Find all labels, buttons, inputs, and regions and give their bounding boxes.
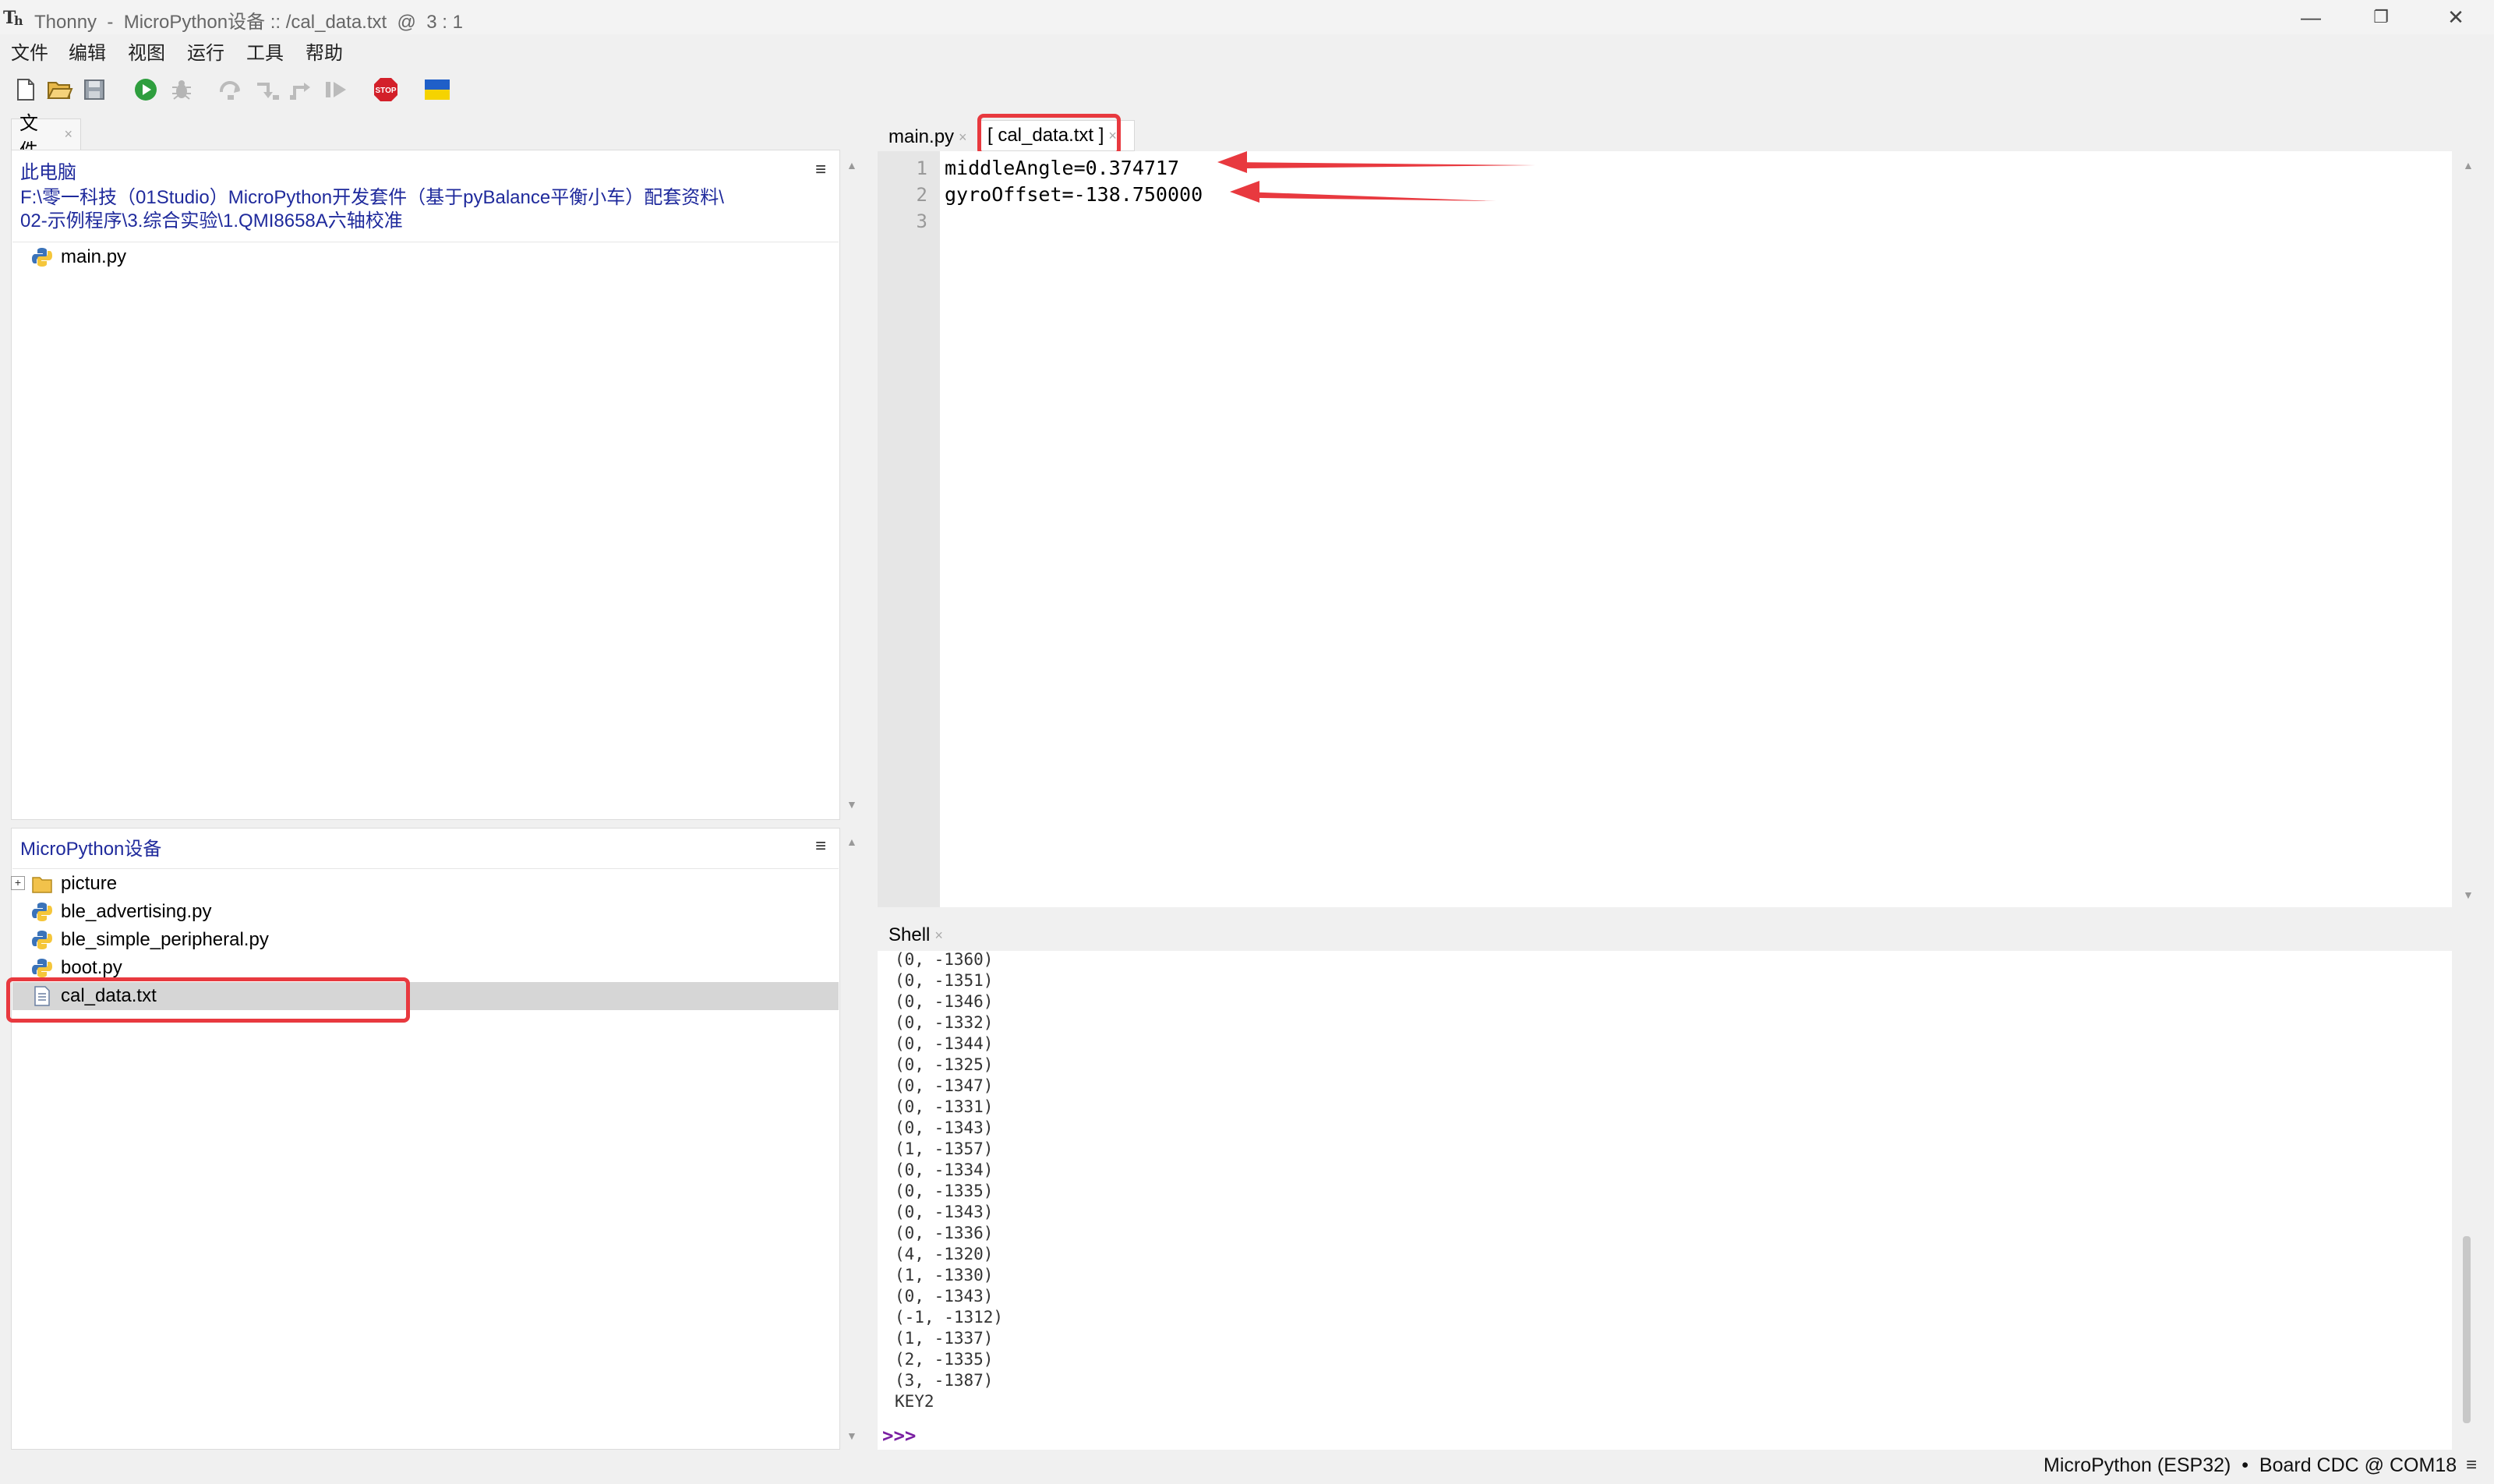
menu-help[interactable]: 帮助 [306, 37, 343, 65]
editor-scroll-down-icon[interactable]: ▼ [2463, 889, 2474, 901]
new-file-icon[interactable] [12, 76, 39, 103]
tab-shell[interactable]: Shell × [881, 920, 956, 951]
device-item-ble-simple-peripheral[interactable]: ble_simple_peripheral.py [31, 926, 269, 954]
shell-output: (0, -1360) (0, -1351) (0, -1346) (0, -1332)… [895, 949, 1003, 1412]
local-menu-icon[interactable]: ≡ [815, 159, 826, 181]
device-menu-icon[interactable]: ≡ [815, 836, 826, 857]
shell-panel[interactable] [878, 951, 2452, 1450]
annotation-arrows [1217, 151, 1535, 203]
shell-prompt[interactable]: >>> [882, 1425, 916, 1447]
status-menu-icon[interactable]: ≡ [2466, 1454, 2477, 1476]
python-file-icon [31, 246, 53, 268]
local-file-label: main.py [61, 246, 127, 267]
shell-output-line: (0, -1343) [895, 1118, 994, 1137]
shell-output-line: (0, -1335) [895, 1182, 994, 1200]
folder-icon [31, 873, 53, 895]
tab-main-py-label: main.py [888, 126, 955, 147]
device-item-label: ble_advertising.py [61, 901, 212, 922]
menu-edit[interactable]: 编辑 [69, 37, 106, 65]
shell-output-line: (0, -1332) [895, 1013, 994, 1032]
stop-icon-label: STOP [375, 87, 396, 95]
minimize-button[interactable]: — [2276, 0, 2346, 34]
local-scroll-up-icon[interactable]: ▲ [846, 159, 857, 171]
code-line-2[interactable]: gyroOffset=-138.750000 [945, 183, 1203, 206]
shell-output-line: (0, -1336) [895, 1224, 994, 1242]
step-out-icon[interactable] [288, 76, 315, 103]
tab-main-py-close-icon[interactable]: × [959, 129, 967, 146]
local-header[interactable]: 此电脑 [20, 161, 76, 186]
menu-view[interactable]: 视图 [128, 37, 165, 65]
line-number: 2 [916, 184, 927, 206]
shell-output-line: (0, -1344) [895, 1034, 994, 1053]
shell-output-line: (1, -1357) [895, 1140, 994, 1158]
local-file-main-py[interactable]: main.py [31, 243, 126, 271]
tab-files[interactable]: 文件 × [11, 113, 81, 161]
shell-output-line: (0, -1346) [895, 992, 994, 1011]
resume-icon[interactable] [323, 76, 349, 103]
shell-output-line: KEY2 [895, 1392, 934, 1411]
shell-output-line: (0, -1347) [895, 1076, 994, 1095]
python-file-icon [31, 929, 53, 951]
window-title: Thonny - MicroPython设备 :: /cal_data.txt … [34, 12, 463, 33]
device-header[interactable]: MicroPython设备 [20, 837, 161, 862]
step-into-icon[interactable] [254, 76, 281, 103]
status-text[interactable]: MicroPython (ESP32) • Board CDC @ COM18 [2044, 1454, 2457, 1477]
python-file-icon [31, 957, 53, 979]
device-item-label: ble_simple_peripheral.py [61, 929, 269, 950]
local-files-panel [11, 150, 840, 820]
tab-files-close-icon[interactable]: × [64, 126, 72, 143]
shell-output-line: (0, -1343) [895, 1287, 994, 1306]
local-path-line2[interactable]: 02-示例程序\3.综合实验\1.QMI8658A六轴校准 [20, 209, 403, 234]
svg-text:h: h [14, 13, 23, 28]
local-path-line1[interactable]: F:\零一科技（01Studio）MicroPython开发套件（基于pyBal… [20, 186, 724, 210]
local-scroll-down-icon[interactable]: ▼ [846, 798, 857, 811]
shell-scrollbar-thumb[interactable] [2463, 1236, 2471, 1423]
open-file-icon[interactable] [47, 76, 73, 103]
shell-output-line: (0, -1325) [895, 1055, 994, 1074]
stop-icon[interactable]: STOP [373, 76, 399, 103]
device-scroll-up-icon[interactable]: ▲ [846, 836, 857, 848]
thonny-logo-icon: Th [3, 6, 26, 28]
shell-output-line: (0, -1360) [895, 950, 994, 969]
device-item-label: picture [61, 873, 118, 894]
device-item-ble-advertising[interactable]: ble_advertising.py [31, 898, 211, 926]
shell-output-line: (-1, -1312) [895, 1308, 1004, 1327]
tab-main-py[interactable]: main.py × [881, 122, 979, 153]
menu-bar [0, 34, 2494, 65]
debug-icon[interactable] [168, 76, 195, 103]
shell-output-line: (1, -1337) [895, 1329, 994, 1348]
step-over-icon[interactable] [218, 76, 245, 103]
shell-output-line: (0, -1331) [895, 1097, 994, 1116]
shell-output-line: (2, -1335) [895, 1350, 994, 1369]
device-divider [12, 868, 839, 869]
editor-scroll-up-icon[interactable]: ▲ [2463, 159, 2474, 171]
tab-shell-close-icon[interactable]: × [934, 928, 943, 944]
shell-output-line: (3, -1387) [895, 1371, 994, 1390]
shell-output-line: (0, -1343) [895, 1203, 994, 1221]
run-icon[interactable] [132, 76, 159, 103]
expand-icon[interactable]: + [11, 876, 25, 890]
menu-run[interactable]: 运行 [187, 37, 224, 65]
code-line-1[interactable]: middleAngle=0.374717 [945, 157, 1179, 179]
restore-button[interactable]: ❐ [2346, 0, 2416, 34]
device-scroll-down-icon[interactable]: ▼ [846, 1429, 857, 1442]
highlight-box-file [6, 977, 410, 1023]
highlight-box-tab [977, 114, 1121, 156]
shell-output-line: (1, -1330) [895, 1266, 994, 1284]
ukraine-flag-icon[interactable] [424, 76, 450, 103]
editor-text-area[interactable] [940, 151, 2452, 907]
line-number: 3 [916, 210, 927, 232]
line-number: 1 [916, 157, 927, 179]
python-file-icon [31, 901, 53, 923]
shell-output-line: (4, -1320) [895, 1245, 994, 1263]
menu-tools[interactable]: 工具 [246, 37, 284, 65]
shell-output-line: (0, -1334) [895, 1161, 994, 1179]
menu-file[interactable]: 文件 [11, 37, 48, 65]
close-button[interactable]: ✕ [2421, 0, 2491, 34]
device-item-picture[interactable]: picture [31, 870, 117, 898]
shell-output-line: (0, -1351) [895, 971, 994, 990]
editor-gutter [878, 151, 940, 907]
save-icon[interactable] [81, 76, 108, 103]
tab-shell-label: Shell [888, 924, 931, 945]
